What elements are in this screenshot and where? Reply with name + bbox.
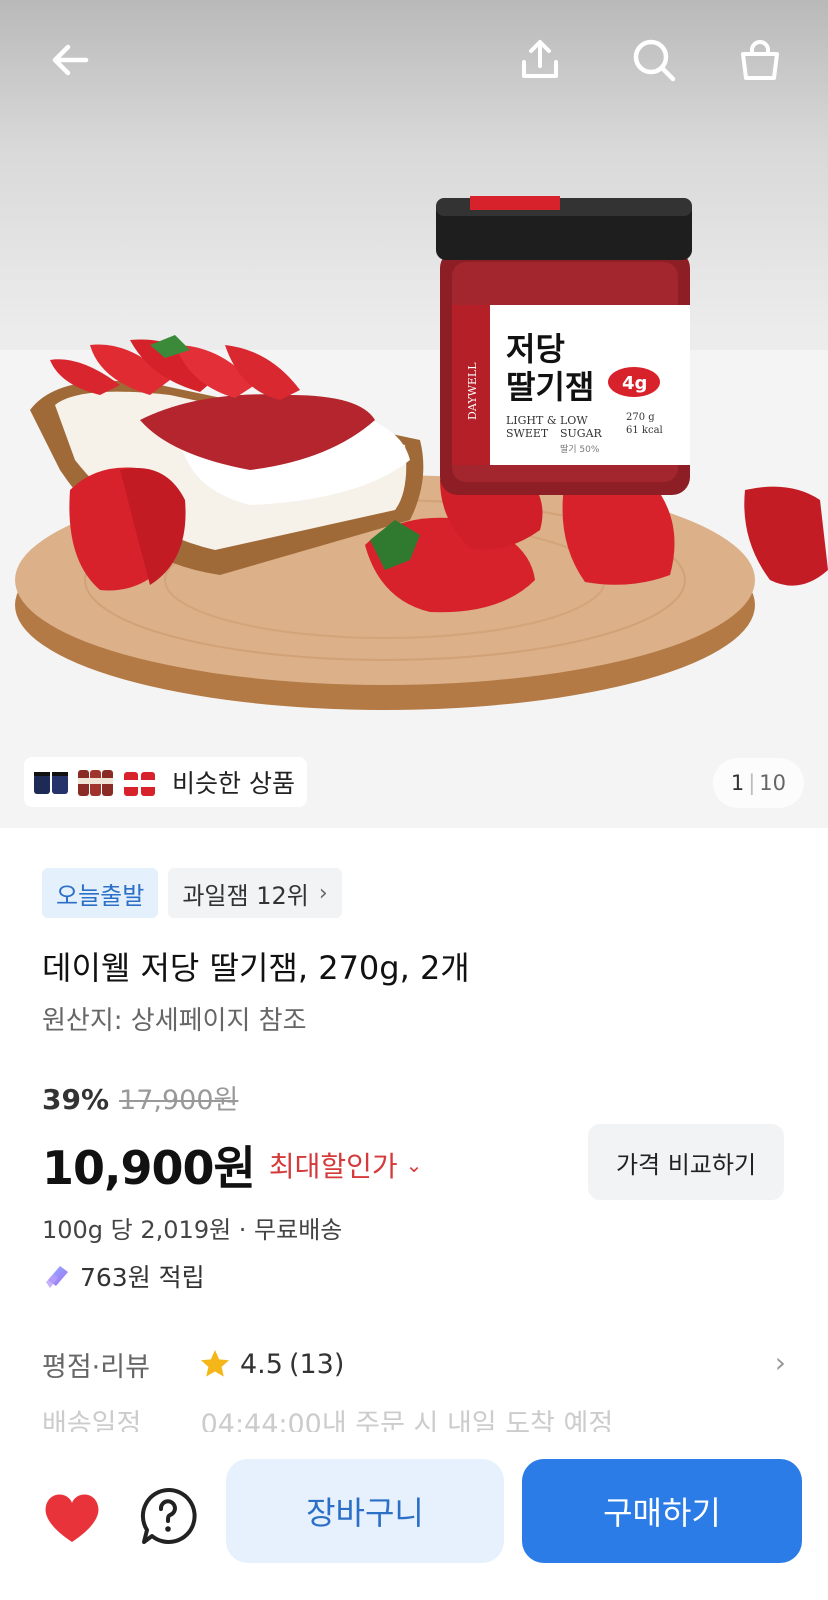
chevron-right-icon: ›	[774, 1346, 786, 1379]
top-navigation-bar	[0, 0, 828, 120]
image-page-indicator: 1 | 10	[712, 758, 804, 808]
similar-products-chip[interactable]: 비슷한 상품	[24, 757, 307, 807]
shipping-schedule-row[interactable]: 배송일정 04:44:00내 주문 시 내일 도착 예정	[42, 1402, 786, 1432]
points-icon	[46, 1266, 68, 1288]
share-icon	[522, 40, 558, 78]
buy-now-button[interactable]: 구매하기	[522, 1459, 802, 1563]
original-price: 17,900원	[119, 1085, 239, 1116]
similar-thumb-2	[78, 770, 113, 796]
search-icon	[633, 39, 676, 82]
jar-sugar-badge: 4g	[622, 373, 647, 394]
jar-tag1: LIGHT &	[506, 414, 557, 427]
page-separator: |	[748, 771, 756, 795]
max-discount-toggle[interactable]: 최대할인가 ⌄	[269, 1145, 423, 1185]
rating-label: 평점·리뷰	[42, 1351, 150, 1383]
share-button[interactable]	[508, 28, 572, 92]
unit-price-shipping: 100g 당 2,019원 · 무료배송	[42, 1216, 343, 1244]
discount-row: 39% 17,900원	[42, 1078, 238, 1117]
similar-products-label: 비슷한 상품	[172, 769, 295, 798]
jar-tag4: SUGAR	[560, 427, 603, 440]
jar-brand: DAYWELL	[466, 362, 479, 420]
jar-name-line1: 저당	[506, 330, 565, 368]
price-compare-label: 가격 비교하기	[615, 1150, 757, 1179]
buy-now-label: 구매하기	[603, 1494, 721, 1532]
jar-weight: 270 g	[626, 412, 655, 423]
page-current: 1	[730, 771, 745, 795]
page-total: 10	[759, 771, 786, 795]
bottom-action-bar: 장바구니 구매하기	[0, 1436, 828, 1600]
product-photo: 저당 딸기잼 4g LIGHT & SWEET LOW SUGAR 270 g …	[0, 196, 828, 828]
jar-fruit-pct: 딸기 50%	[560, 443, 600, 455]
similar-thumb-3	[124, 772, 155, 796]
sale-price: 10,900원	[42, 1141, 256, 1195]
arrow-left-icon	[52, 44, 89, 76]
chevron-right-icon: ›	[318, 880, 328, 906]
points-row: 763원 적립	[42, 1258, 205, 1294]
similar-thumbnails	[32, 764, 160, 800]
jar-tag3: LOW	[560, 414, 588, 427]
star-icon	[201, 1350, 229, 1377]
price-row: 10,900원 최대할인가 ⌄	[42, 1132, 422, 1198]
jar-kcal: 61 kcal	[626, 425, 663, 436]
rating-review-row[interactable]: 평점·리뷰 4.5 (13) ›	[42, 1342, 786, 1386]
add-to-cart-label: 장바구니	[306, 1494, 424, 1532]
shipping-label: 배송일정	[42, 1409, 142, 1432]
chevron-down-icon: ⌄	[405, 1153, 423, 1177]
cart-button[interactable]	[728, 28, 792, 92]
price-compare-button[interactable]: 가격 비교하기	[588, 1124, 784, 1200]
today-shipping-label: 오늘출발	[56, 881, 145, 910]
review-count: (13)	[288, 1348, 345, 1380]
jar-tag2: SWEET	[506, 427, 549, 440]
shipping-text: 04:44:00내 주문 시 내일 도착 예정	[200, 1409, 614, 1432]
search-button[interactable]	[622, 28, 686, 92]
product-title: 데이웰 저당 딸기잼, 270g, 2개	[42, 949, 470, 987]
similar-thumb-1	[34, 772, 68, 794]
max-discount-label: 최대할인가	[268, 1150, 398, 1183]
jar-name-line2: 딸기잼	[506, 368, 594, 406]
category-ranking-badge[interactable]: 과일잼 12위 ›	[168, 868, 342, 918]
back-button[interactable]	[38, 28, 102, 92]
product-badges: 오늘출발 과일잼 12위 ›	[42, 868, 342, 918]
rating-value: 4.5	[240, 1348, 283, 1380]
category-ranking-label: 과일잼 12위	[182, 881, 309, 910]
product-origin: 원산지: 상세페이지 참조	[42, 1006, 307, 1036]
discount-percent: 39%	[42, 1083, 110, 1116]
shopping-bag-icon	[741, 40, 779, 80]
product-image-carousel[interactable]: 저당 딸기잼 4g LIGHT & SWEET LOW SUGAR 270 g …	[0, 0, 828, 828]
points-label: 763원 적립	[80, 1263, 205, 1292]
question-icon[interactable]	[136, 1484, 200, 1548]
today-shipping-badge: 오늘출발	[42, 868, 159, 918]
add-to-cart-button[interactable]: 장바구니	[226, 1459, 504, 1563]
heart-icon[interactable]	[40, 1486, 104, 1550]
